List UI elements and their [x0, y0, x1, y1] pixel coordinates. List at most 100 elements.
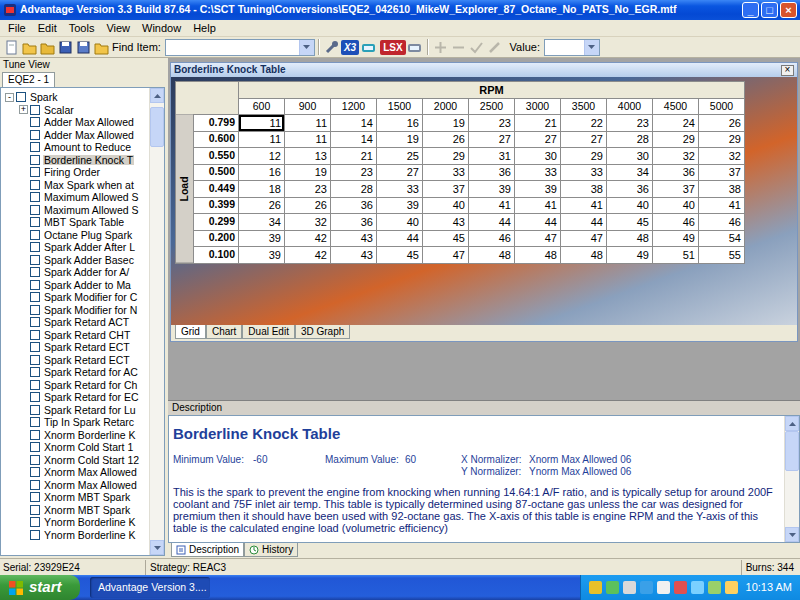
tree-item[interactable]: Firing Order	[1, 166, 149, 179]
table-cell[interactable]: 42	[285, 247, 330, 263]
table-cell[interactable]: 39	[239, 231, 284, 247]
tree-checkbox[interactable]	[30, 255, 40, 265]
menu-item[interactable]: Tools	[63, 20, 101, 37]
tree-item[interactable]: Adder Max Allowed	[1, 116, 149, 129]
table-cell[interactable]: 36	[331, 198, 376, 214]
table-cell[interactable]: 33	[561, 165, 606, 181]
table-cell[interactable]: 27	[561, 132, 606, 148]
table-cell[interactable]: 16	[239, 165, 284, 181]
tree-checkbox[interactable]	[30, 155, 40, 165]
table-cell[interactable]: 40	[653, 198, 698, 214]
table-cell[interactable]: 44	[469, 214, 514, 230]
menu-item[interactable]: Edit	[32, 20, 63, 37]
table-cell[interactable]: 38	[561, 181, 606, 197]
table-cell[interactable]: 46	[699, 214, 744, 230]
table-cell[interactable]: 48	[607, 231, 652, 247]
table-cell[interactable]: 11	[285, 132, 330, 148]
scroll-down-button[interactable]	[150, 540, 164, 555]
new-button[interactable]	[2, 38, 20, 56]
table-cell[interactable]: 11	[239, 132, 284, 148]
tree-item[interactable]: Xnorm MBT Spark	[1, 504, 149, 517]
table-cell[interactable]: 34	[239, 214, 284, 230]
table-cell[interactable]: 23	[469, 115, 514, 131]
scroll-thumb[interactable]	[785, 431, 799, 471]
tree-checkbox[interactable]	[30, 117, 40, 127]
tree-item[interactable]: Spark Adder After L	[1, 241, 149, 254]
tree-checkbox[interactable]	[30, 167, 40, 177]
tree-checkbox[interactable]	[30, 267, 40, 277]
table-cell[interactable]: 13	[285, 148, 330, 164]
save-as-button[interactable]	[74, 38, 92, 56]
scroll-up-button[interactable]	[785, 416, 799, 431]
tree-item[interactable]: Adder Max Allowed	[1, 129, 149, 142]
table-cell[interactable]: 29	[561, 148, 606, 164]
lsx-button[interactable]: LSX	[380, 40, 405, 55]
tray-icon[interactable]	[623, 581, 636, 594]
table-cell[interactable]: 36	[653, 165, 698, 181]
tray-icon[interactable]	[708, 581, 721, 594]
table-cell[interactable]: 16	[377, 115, 422, 131]
tree-item[interactable]: Borderline Knock T	[1, 154, 149, 167]
tree-checkbox[interactable]	[30, 342, 40, 352]
table-cell[interactable]: 33	[515, 165, 560, 181]
tree-checkbox[interactable]	[30, 367, 40, 377]
table-cell[interactable]: 44	[515, 214, 560, 230]
tray-icon[interactable]	[589, 581, 602, 594]
tree-checkbox[interactable]	[30, 480, 40, 490]
scroll-up-button[interactable]	[150, 88, 164, 103]
tree-item[interactable]: Xnorm MBT Spark	[1, 491, 149, 504]
tree-item[interactable]: Spark Adder for A/	[1, 266, 149, 279]
layer-button[interactable]	[406, 38, 424, 56]
table-cell[interactable]: 19	[423, 115, 468, 131]
tray-icon[interactable]	[674, 581, 687, 594]
tray-icon[interactable]	[606, 581, 619, 594]
tree-checkbox[interactable]	[30, 380, 40, 390]
tree-checkbox[interactable]	[30, 517, 40, 527]
tree-checkbox[interactable]	[30, 392, 40, 402]
tray-icon[interactable]	[640, 581, 653, 594]
tree-checkbox[interactable]	[16, 92, 26, 102]
table-cell[interactable]: 19	[377, 132, 422, 148]
x3-button[interactable]: X3	[341, 40, 359, 55]
table-cell[interactable]: 24	[653, 115, 698, 131]
table-cell[interactable]: 33	[423, 165, 468, 181]
table-cell[interactable]: 46	[653, 214, 698, 230]
open-tune-button[interactable]	[92, 38, 110, 56]
tree-checkbox[interactable]	[30, 355, 40, 365]
table-cell[interactable]: 31	[469, 148, 514, 164]
table-cell[interactable]: 27	[469, 132, 514, 148]
tree-checkbox[interactable]	[30, 430, 40, 440]
view-tab[interactable]: Grid	[175, 325, 206, 339]
table-cell[interactable]: 41	[561, 198, 606, 214]
table-cell[interactable]: 55	[699, 247, 744, 263]
table-cell[interactable]: 19	[285, 165, 330, 181]
open-button[interactable]	[20, 38, 38, 56]
table-cell[interactable]: 43	[331, 231, 376, 247]
table-cell[interactable]: 48	[515, 247, 560, 263]
tree-item[interactable]: Xnorm Borderline K	[1, 429, 149, 442]
table-cell[interactable]: 32	[699, 148, 744, 164]
apply-button[interactable]	[468, 38, 486, 56]
table-cell[interactable]: 47	[423, 247, 468, 263]
device-button[interactable]	[359, 38, 377, 56]
table-cell[interactable]: 26	[285, 198, 330, 214]
view-tab[interactable]: 3D Graph	[295, 325, 350, 339]
pane-tab[interactable]: EQE2 - 1	[2, 72, 55, 87]
tree-item[interactable]: Xnorm Cold Start 1	[1, 441, 149, 454]
table-cell[interactable]: 47	[515, 231, 560, 247]
tree-item[interactable]: Amount to Reduce	[1, 141, 149, 154]
tree-item[interactable]: Spark Retard ACT	[1, 316, 149, 329]
menu-item[interactable]: File	[2, 20, 32, 37]
table-cell[interactable]: 26	[699, 115, 744, 131]
table-cell[interactable]: 18	[239, 181, 284, 197]
menu-item[interactable]: Window	[136, 20, 187, 37]
table-cell[interactable]: 37	[699, 165, 744, 181]
tree-item[interactable]: Spark Retard ECT	[1, 354, 149, 367]
table-cell[interactable]: 43	[423, 214, 468, 230]
tree-item[interactable]: Spark Adder Basec	[1, 254, 149, 267]
tree-item[interactable]: Maximum Allowed S	[1, 191, 149, 204]
tray-icon[interactable]	[691, 581, 704, 594]
view-tab[interactable]: Dual Edit	[242, 325, 295, 339]
tree-item[interactable]: Spark Adder to Ma	[1, 279, 149, 292]
tree-scrollbar[interactable]	[149, 88, 164, 555]
